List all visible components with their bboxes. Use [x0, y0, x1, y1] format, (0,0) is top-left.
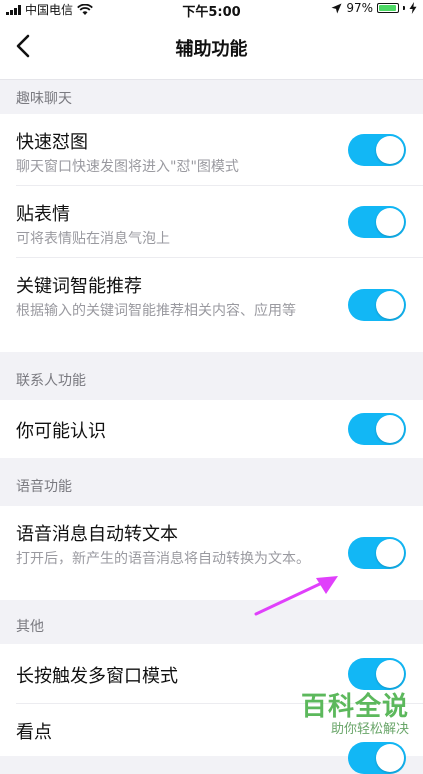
- voice-to-text-toggle[interactable]: [348, 537, 406, 569]
- section-header-fun-chat: 趣味聊天: [0, 80, 423, 114]
- charging-bolt-icon: [409, 2, 417, 14]
- battery-fill: [379, 5, 397, 11]
- status-right: 97%: [331, 1, 417, 15]
- toggle-knob: [376, 744, 404, 772]
- location-arrow-icon: [331, 3, 342, 13]
- setting-title: 关键词智能推荐: [16, 276, 142, 297]
- setting-row-sticker: 贴表情 可将表情贴在消息气泡上: [0, 186, 423, 258]
- keyword-recommend-toggle[interactable]: [348, 289, 406, 321]
- section-header-voice: 语音功能: [0, 458, 423, 506]
- quick-image-toggle[interactable]: [348, 134, 406, 166]
- setting-title: 你可能认识: [16, 421, 106, 442]
- setting-title: 长按触发多窗口模式: [16, 666, 178, 687]
- watermark-logo-text: 百科全说: [300, 692, 409, 722]
- page-title: 辅助功能: [175, 39, 248, 60]
- setting-row-voice-to-text: 语音消息自动转文本 打开后，新产生的语音消息将自动转换为文本。: [0, 506, 423, 600]
- setting-subtitle: 可将表情贴在消息气泡上: [16, 231, 170, 247]
- may-know-toggle[interactable]: [348, 413, 406, 445]
- battery-icon: [377, 3, 399, 13]
- setting-row-may-know: 你可能认识: [0, 400, 423, 458]
- sticker-toggle[interactable]: [348, 206, 406, 238]
- navigation-bar: 辅助功能: [0, 18, 423, 80]
- toggle-knob: [376, 136, 404, 164]
- setting-row-quick-image: 快速怼图 聊天窗口快速发图将进入"怼"图模式: [0, 114, 423, 186]
- status-bar: 中国电信 下午5:00 97%: [0, 0, 423, 20]
- setting-subtitle: 打开后，新产生的语音消息将自动转换为文本。: [16, 551, 310, 567]
- setting-title: 语音消息自动转文本: [16, 524, 178, 545]
- watermark: 百科全说 助你轻松解决: [301, 692, 409, 738]
- section-header-contacts: 联系人功能: [0, 352, 423, 400]
- battery-cap: [403, 6, 405, 10]
- toggle-knob: [376, 415, 404, 443]
- toggle-knob: [376, 660, 404, 688]
- multi-window-toggle[interactable]: [348, 658, 406, 690]
- watermark-tagline: 助你轻松解决: [330, 722, 409, 737]
- setting-title: 快速怼图: [16, 132, 88, 153]
- setting-title: 贴表情: [16, 204, 70, 225]
- setting-row-keyword-recommend: 关键词智能推荐 根据输入的关键词智能推荐相关内容、应用等: [0, 258, 423, 352]
- toggle-knob: [376, 208, 404, 236]
- battery-percent: 97%: [346, 1, 373, 15]
- setting-title: 看点: [16, 722, 52, 743]
- section-header-other: 其他: [0, 600, 423, 644]
- toggle-knob: [376, 291, 404, 319]
- setting-subtitle: 根据输入的关键词智能推荐相关内容、应用等: [16, 303, 296, 319]
- kandian-toggle[interactable]: [348, 742, 406, 774]
- setting-subtitle: 聊天窗口快速发图将进入"怼"图模式: [16, 159, 239, 175]
- toggle-knob: [376, 539, 404, 567]
